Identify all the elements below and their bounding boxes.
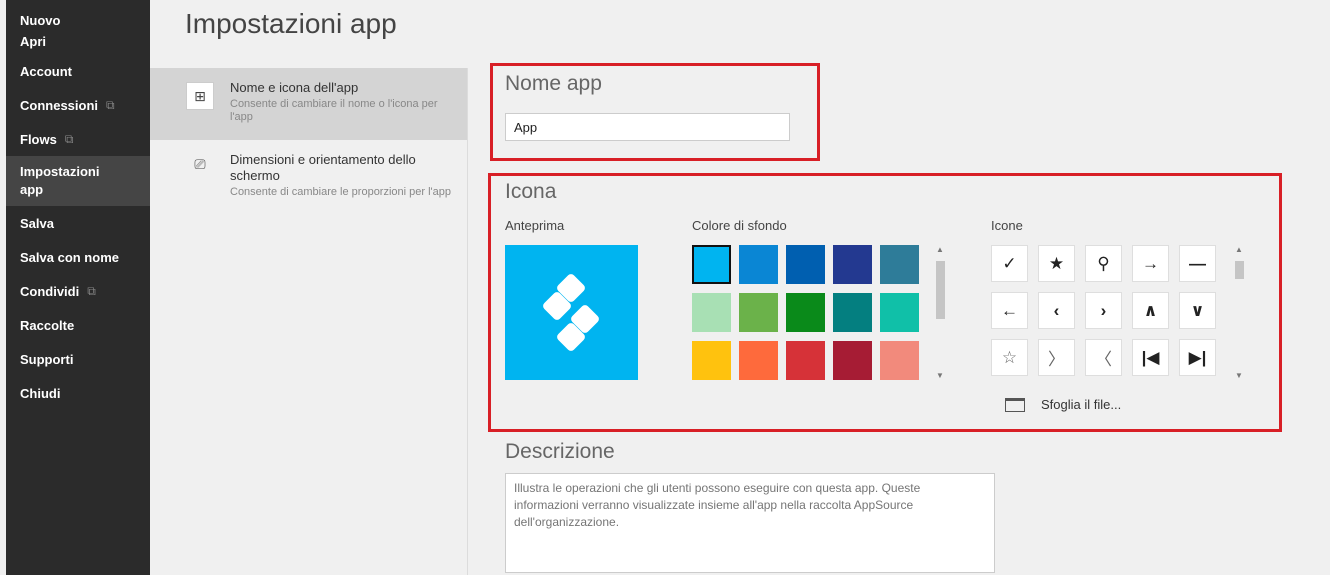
arrow-right-icon[interactable]: →	[1132, 245, 1169, 282]
description-heading: Descrizione	[505, 440, 615, 463]
icons-label: Icone	[991, 218, 1023, 233]
scrollbar-thumb[interactable]	[936, 261, 945, 319]
sidebar-item-label: Raccolte	[20, 317, 75, 333]
external-link-icon: ⧉	[87, 283, 96, 298]
sidebar-item-label: Supporti	[20, 351, 74, 367]
page-title: Impostazioni app	[185, 8, 397, 39]
description-textarea[interactable]	[505, 473, 995, 573]
sidebar-item-account[interactable]: Account	[6, 54, 150, 88]
sidebar-item-salva-con-nome[interactable]: Salva con nome	[6, 240, 150, 274]
subnav-item-name-icon[interactable]: ⊞ Nome e icona dell'app Consente di camb…	[150, 68, 467, 140]
settings-subnav: ⊞ Nome e icona dell'app Consente di camb…	[150, 68, 468, 575]
sidebar-item-condividi[interactable]: Condividi ⧉	[6, 274, 150, 308]
sidebar-item-flows[interactable]: Flows ⧉	[6, 122, 150, 156]
sidebar-item-label: Apri	[20, 33, 46, 49]
scroll-down-arrow-icon[interactable]: ▼	[933, 371, 947, 380]
sidebar-item-label: Salva	[20, 215, 54, 231]
preview-label: Anteprima	[505, 218, 565, 233]
sidebar-item-label: Impostazioni app	[20, 164, 100, 197]
scrollbar-thumb[interactable]	[1235, 261, 1244, 279]
sidebar-item-label: Connessioni	[20, 97, 99, 113]
color-palette-scrollbar[interactable]: ▲ ▼	[933, 245, 947, 380]
subnav-item-title: Nome e icona dell'app	[230, 80, 359, 95]
color-swatch[interactable]	[692, 293, 731, 332]
sidebar-item-salva[interactable]: Salva	[6, 206, 150, 240]
grid-icon: ⊞	[186, 82, 214, 110]
sidebar-item-label: Account	[20, 63, 72, 79]
sidebar-item-apri[interactable]: Apri	[6, 28, 150, 54]
color-swatch[interactable]	[833, 341, 872, 380]
folder-icon	[1005, 397, 1025, 412]
sidebar-item-label: Condividi	[20, 283, 80, 299]
sidebar-item-raccolte[interactable]: Raccolte	[6, 308, 150, 342]
external-link-icon: ⧉	[64, 131, 74, 146]
check-icon[interactable]: ✓	[991, 245, 1028, 282]
background-color-label: Colore di sfondo	[692, 218, 787, 233]
color-swatch[interactable]	[739, 245, 778, 284]
star-outline-icon[interactable]: ☆	[991, 339, 1028, 376]
search-icon[interactable]: ⚲	[1085, 245, 1122, 282]
scroll-down-arrow-icon[interactable]: ▼	[1232, 371, 1246, 380]
color-swatch[interactable]	[692, 341, 731, 380]
chevron-right-icon[interactable]: ›	[1085, 292, 1122, 329]
color-swatch[interactable]	[880, 293, 919, 332]
sidebar-item-label: Chiudi	[20, 385, 61, 401]
subnav-item-description: Consente di cambiare le proporzioni per …	[230, 186, 452, 198]
sidebar: Nuovo Apri Account Connessioni ⧉ Flows ⧉ I…	[6, 0, 150, 575]
subnav-item-screen-size[interactable]: ⎚ Dimensioni e orientamento dello scherm…	[150, 140, 467, 212]
star-icon[interactable]: ★	[1038, 245, 1075, 282]
icon-heading: Icona	[505, 180, 557, 203]
sidebar-item-label: Flows	[20, 131, 57, 147]
chevron-right-thin-icon[interactable]: 〉	[1038, 339, 1075, 376]
color-swatch[interactable]	[880, 341, 919, 380]
icon-picker-scrollbar[interactable]: ▲ ▼	[1232, 245, 1246, 380]
skip-back-icon[interactable]: |◀	[1132, 339, 1169, 376]
skip-forward-icon[interactable]: ▶|	[1179, 339, 1216, 376]
color-swatch[interactable]	[833, 245, 872, 284]
devices-icon: ⎚	[194, 155, 206, 172]
chevron-down-icon[interactable]: ∨	[1179, 292, 1216, 329]
subnav-item-description: Consente di cambiare il nome o l'icona p…	[230, 98, 438, 123]
external-link-icon: ⧉	[106, 97, 115, 112]
sidebar-item-supporti[interactable]: Supporti	[6, 342, 150, 376]
sidebar-item-chiudi[interactable]: Chiudi	[6, 376, 150, 410]
browse-file-button[interactable]: Sfoglia il file...	[1005, 397, 1121, 412]
browse-file-label: Sfoglia il file...	[1041, 397, 1122, 412]
app-name-input[interactable]	[505, 113, 790, 141]
sidebar-item-connessioni[interactable]: Connessioni ⧉	[6, 88, 150, 122]
minus-icon[interactable]: —	[1179, 245, 1216, 282]
chevron-left-icon[interactable]: ‹	[1038, 292, 1075, 329]
arrow-left-icon[interactable]: ←	[991, 292, 1028, 329]
app-icon-preview	[505, 245, 638, 380]
app-name-heading: Nome app	[505, 72, 602, 95]
chevron-left-thin-icon[interactable]: 〈	[1085, 339, 1122, 376]
background-color-palette	[692, 245, 919, 380]
sidebar-item-impostazioni-app[interactable]: Impostazioni app	[6, 156, 150, 206]
sidebar-item-label: Nuovo	[20, 12, 61, 28]
color-swatch[interactable]	[786, 245, 825, 284]
chevron-up-icon[interactable]: ∧	[1132, 292, 1169, 329]
color-swatch[interactable]	[833, 293, 872, 332]
scroll-up-arrow-icon[interactable]: ▲	[1232, 245, 1246, 254]
color-swatch[interactable]	[786, 293, 825, 332]
color-swatch[interactable]	[739, 293, 778, 332]
color-swatch[interactable]	[739, 341, 778, 380]
icon-picker: ✓ ★ ⚲ → — ← ‹ › ∧ ∨ ☆ 〉〈 |◀ ▶|	[991, 245, 1216, 376]
sidebar-item-label: Salva con nome	[20, 249, 119, 265]
color-swatch[interactable]	[692, 245, 731, 284]
color-swatch[interactable]	[880, 245, 919, 284]
color-swatch[interactable]	[786, 341, 825, 380]
subnav-item-title: Dimensioni e orientamento dello schermo	[230, 152, 416, 183]
scroll-up-arrow-icon[interactable]: ▲	[933, 245, 947, 254]
